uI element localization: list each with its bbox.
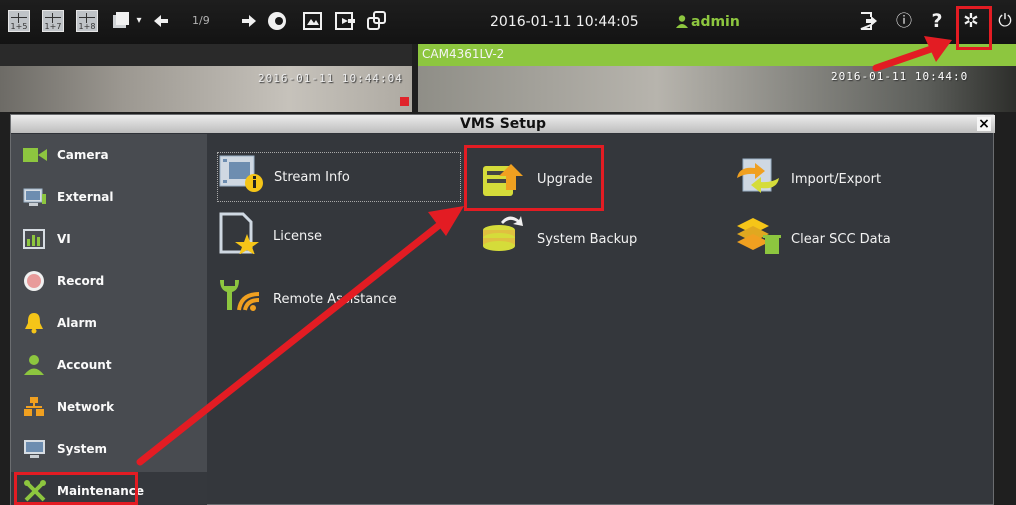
camera-2-osd-time: 2016-01-11 10:44:0 xyxy=(831,70,969,83)
stream-info-label: Stream Info xyxy=(274,170,350,185)
close-button[interactable]: × xyxy=(977,117,991,131)
sidebar-item-vi[interactable]: VI xyxy=(11,220,207,260)
page-indicator: 1/9 xyxy=(192,14,210,27)
import-export-icon xyxy=(737,158,779,193)
layout-1-8-label: 1+8 xyxy=(78,22,96,31)
system-backup-label: System Backup xyxy=(537,232,638,247)
previous-page-icon[interactable] xyxy=(150,10,172,32)
camera-view-1-header xyxy=(0,44,412,66)
remote-assistance-icon xyxy=(220,280,260,311)
snapshot-icon[interactable] xyxy=(302,10,324,32)
next-page-icon[interactable] xyxy=(238,10,260,32)
dialog-title: VMS Setup xyxy=(460,116,546,132)
sidebar-item-alarm-label: Alarm xyxy=(57,316,97,330)
license-label: License xyxy=(273,229,323,244)
sidebar-item-record-label: Record xyxy=(57,274,105,288)
sidebar-item-vi-label: VI xyxy=(57,232,71,246)
sidebar-item-external[interactable]: External xyxy=(11,178,207,218)
layout-1-5-button[interactable]: 1+5 xyxy=(8,10,30,32)
camera-icon xyxy=(23,148,47,162)
sidebar-item-network-label: Network xyxy=(57,400,115,414)
current-user[interactable]: admin xyxy=(676,14,740,30)
network-icon xyxy=(24,397,44,416)
switch-view-icon[interactable] xyxy=(366,10,388,32)
system-icon xyxy=(24,440,45,458)
camera-view-2[interactable]: CAM4361LV-2 2016-01-11 10:44:0 xyxy=(418,44,1016,112)
license-tile[interactable]: License xyxy=(217,212,417,260)
camera-view-2-header: CAM4361LV-2 xyxy=(418,44,1016,66)
sidebar-item-system-label: System xyxy=(57,442,107,456)
logout-icon[interactable] xyxy=(858,10,880,32)
dialog-title-bar[interactable]: VMS Setup × xyxy=(11,115,995,133)
camera-views: 2016-01-11 10:44:04 CAM4361LV-2 2016-01-… xyxy=(0,44,1016,112)
help-icon[interactable]: ? xyxy=(926,10,948,32)
account-icon xyxy=(24,355,44,375)
external-icon xyxy=(23,188,46,206)
layout-1-7-button[interactable]: 1+7 xyxy=(42,10,64,32)
layout-more-icon[interactable] xyxy=(110,10,132,32)
sidebar-item-camera[interactable]: Camera xyxy=(11,136,207,176)
remote-assistance-label: Remote Assistance xyxy=(273,292,397,307)
import-export-tile[interactable]: Import/Export xyxy=(735,152,935,200)
info-icon[interactable]: ⓘ xyxy=(893,10,915,32)
vi-icon xyxy=(23,229,45,249)
sidebar-item-external-label: External xyxy=(57,190,114,204)
user-name: admin xyxy=(691,14,740,30)
clear-scc-label: Clear SCC Data xyxy=(791,232,891,247)
layout-1-7-label: 1+7 xyxy=(44,22,62,31)
sidebar-item-account[interactable]: Account xyxy=(11,346,207,386)
stream-info-icon xyxy=(219,155,263,192)
clear-scc-tile[interactable]: Clear SCC Data xyxy=(735,212,935,260)
sidebar-item-record[interactable]: Record xyxy=(11,262,207,302)
layout-1-5-label: 1+5 xyxy=(10,22,28,31)
import-export-label: Import/Export xyxy=(791,172,882,187)
power-icon[interactable]: ⏻ xyxy=(994,10,1016,32)
system-backup-icon xyxy=(483,216,523,251)
settings-highlight xyxy=(956,6,992,50)
camera-view-1[interactable]: 2016-01-11 10:44:04 xyxy=(0,44,412,112)
record-icon xyxy=(24,271,44,291)
user-icon xyxy=(676,15,688,28)
system-backup-tile[interactable]: System Backup xyxy=(473,212,673,260)
current-datetime: 2016-01-11 10:44:05 xyxy=(490,14,639,30)
clear-scc-icon xyxy=(737,218,781,254)
chevron-down-icon[interactable]: ▾ xyxy=(133,10,145,32)
camera-1-osd-time: 2016-01-11 10:44:04 xyxy=(258,72,403,85)
vms-app: 1+5 1+7 1+8 ▾ 1/9 2016-01-11 10:44:05 ad… xyxy=(0,0,1016,505)
sidebar-item-network[interactable]: Network xyxy=(11,388,207,428)
sidebar-item-account-label: Account xyxy=(57,358,112,372)
live-view-icon[interactable] xyxy=(266,10,288,32)
maintenance-highlight xyxy=(14,472,138,505)
camera-2-name: CAM4361LV-2 xyxy=(422,47,505,61)
stream-info-tile[interactable]: Stream Info xyxy=(217,152,461,202)
remote-assistance-tile[interactable]: Remote Assistance xyxy=(217,274,437,322)
sidebar-item-system[interactable]: System xyxy=(11,430,207,470)
layout-1-8-button[interactable]: 1+8 xyxy=(76,10,98,32)
license-icon xyxy=(219,212,259,254)
setup-sidebar: Camera External VI Record Alarm Account xyxy=(11,134,207,505)
top-toolbar: 1+5 1+7 1+8 ▾ 1/9 2016-01-11 10:44:05 ad… xyxy=(0,0,1016,44)
sidebar-item-alarm[interactable]: Alarm xyxy=(11,304,207,344)
recording-indicator xyxy=(400,97,409,106)
upgrade-highlight xyxy=(464,145,604,211)
alarm-icon xyxy=(25,313,43,334)
export-icon[interactable] xyxy=(334,10,356,32)
sidebar-item-camera-label: Camera xyxy=(57,148,109,162)
